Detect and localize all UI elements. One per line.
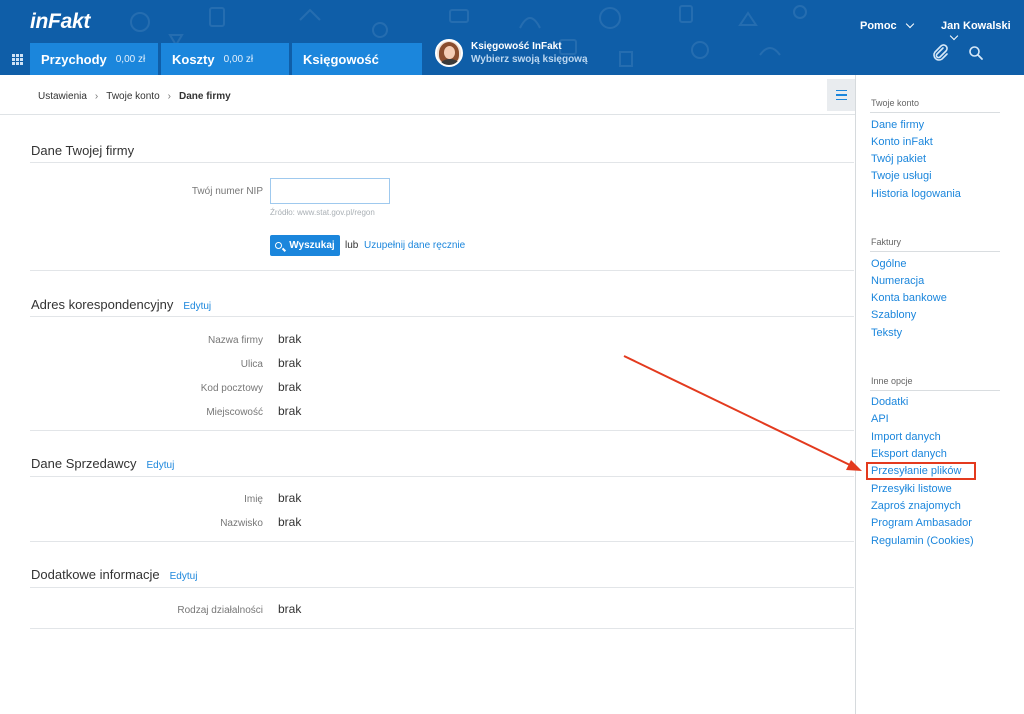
search-button[interactable]: Wyszukaj (270, 235, 340, 256)
or-text: lub (345, 240, 359, 251)
apps-icon[interactable] (12, 54, 23, 65)
sidebar-heading-other: Inne opcje (871, 376, 913, 386)
accountant-name[interactable]: Księgowość InFakt (471, 41, 562, 52)
sidebar-item-api[interactable]: API (871, 413, 889, 425)
breadcrumb-twoje-konto[interactable]: Twoje konto (106, 91, 159, 102)
chevron-right-icon: › (167, 91, 171, 102)
tab-label: Koszty (172, 51, 215, 67)
tab-value: 0,00 zł (115, 53, 146, 65)
breadcrumb: Ustawienia › Twoje konto › Dane firmy (38, 91, 231, 102)
chevron-down-icon (905, 19, 914, 29)
search-button-label: Wyszukaj (289, 240, 335, 251)
row-label-postal-code: Kod pocztowy (200, 383, 263, 394)
accountant-subtitle[interactable]: Wybierz swoją księgową (471, 54, 588, 65)
accountant-avatar[interactable] (435, 39, 463, 67)
section-title-text: Dane Twojej firmy (31, 143, 135, 158)
sidebar-item-konto-infakt[interactable]: Konto inFakt (871, 136, 933, 148)
hamburger-menu-icon[interactable] (827, 79, 855, 111)
sidebar-item-dane-firmy[interactable]: Dane firmy (871, 119, 924, 131)
section-title-text: Adres korespondencyjny (31, 297, 174, 312)
sidebar-item-twoj-pakiet[interactable]: Twój pakiet (871, 153, 926, 165)
tab-label: Księgowość (303, 51, 379, 67)
divider (30, 316, 854, 317)
breadcrumb-dane-firmy: Dane firmy (178, 91, 231, 102)
infakt-logo[interactable]: inFakt (30, 10, 90, 34)
section-title-company: Dane Twojej firmy (31, 143, 134, 158)
section-title-address: Adres korespondencyjny Edytuj (31, 297, 211, 312)
search-icon (275, 242, 283, 249)
fill-manually-link[interactable]: Uzupełnij dane ręcznie (364, 240, 465, 251)
row-label-business-type: Rodzaj działalności (177, 605, 263, 616)
chevron-down-icon (949, 31, 959, 41)
section-title-text: Dodatkowe informacje (31, 567, 160, 582)
edit-extra-link[interactable]: Edytuj (170, 571, 198, 582)
sidebar-item-numeracja[interactable]: Numeracja (871, 275, 924, 287)
sidebar-item-konta-bankowe[interactable]: Konta bankowe (871, 292, 947, 304)
row-label-first-name: Imię (244, 494, 263, 505)
sidebar-item-twoje-uslugi[interactable]: Twoje usługi (871, 170, 932, 182)
divider (30, 270, 854, 271)
nip-label: Twój numer NIP (191, 186, 263, 197)
row-label-company-name: Nazwa firmy (207, 335, 263, 346)
row-value-first-name: brak (278, 491, 302, 505)
divider (30, 476, 854, 477)
search-icon[interactable] (967, 44, 985, 62)
edit-seller-link[interactable]: Edytuj (147, 460, 175, 471)
tab-label: Przychody (41, 51, 107, 67)
edit-address-link[interactable]: Edytuj (183, 301, 211, 312)
row-value-company-name: brak (278, 332, 302, 346)
breadcrumb-ustawienia[interactable]: Ustawienia (38, 91, 87, 102)
sidebar-item-ogolne[interactable]: Ogólne (871, 258, 906, 270)
sidebar-item-przesylki-listowe[interactable]: Przesyłki listowe (871, 483, 952, 495)
divider (30, 541, 854, 542)
section-title-extra: Dodatkowe informacje Edytuj (31, 567, 197, 582)
sidebar-item-zapros-znajomych[interactable]: Zaproś znajomych (871, 500, 961, 512)
sidebar-item-program-ambasador[interactable]: Program Ambasador (871, 517, 972, 529)
user-menu[interactable]: Jan Kowalski (941, 20, 1024, 44)
user-name: Jan Kowalski (941, 20, 1011, 32)
help-label: Pomoc (860, 20, 897, 32)
divider (30, 587, 854, 588)
sidebar-item-teksty[interactable]: Teksty (871, 327, 902, 339)
divider (30, 628, 854, 629)
help-menu[interactable]: Pomoc (860, 19, 914, 32)
settings-sidebar: Twoje konto Dane firmy Konto inFakt Twój… (855, 75, 1024, 714)
divider (30, 430, 854, 431)
divider (870, 251, 1000, 252)
sidebar-item-eksport-danych[interactable]: Eksport danych (871, 448, 947, 460)
row-value-city: brak (278, 404, 302, 418)
divider (0, 114, 855, 115)
section-title-seller: Dane Sprzedawcy Edytuj (31, 456, 174, 471)
row-label-city: Miejscowość (206, 407, 263, 418)
divider (30, 162, 854, 163)
row-label-last-name: Nazwisko (220, 518, 263, 529)
tab-koszty[interactable]: Koszty 0,00 zł (161, 43, 289, 75)
nip-input[interactable] (270, 178, 390, 204)
chevron-right-icon: › (94, 91, 99, 102)
row-value-street: brak (278, 356, 302, 370)
sidebar-item-historia-logowania[interactable]: Historia logowania (871, 188, 961, 200)
sidebar-item-szablony[interactable]: Szablony (871, 309, 916, 321)
row-label-street: Ulica (240, 359, 263, 370)
sidebar-item-regulamin[interactable]: Regulamin (Cookies) (871, 535, 974, 547)
tab-ksiegowosc[interactable]: Księgowość (292, 43, 422, 75)
row-value-postal-code: brak (278, 380, 302, 394)
sidebar-heading-account: Twoje konto (871, 98, 920, 108)
sidebar-item-dodatki[interactable]: Dodatki (871, 396, 908, 408)
section-title-text: Dane Sprzedawcy (31, 456, 137, 471)
row-value-business-type: brak (278, 602, 302, 616)
nip-source-note: Źródło: www.stat.gov.pl/regon (270, 208, 375, 217)
row-value-last-name: brak (278, 515, 302, 529)
paperclip-icon[interactable] (931, 44, 949, 62)
tab-value: 0,00 zł (223, 53, 254, 65)
divider (870, 112, 1000, 113)
sidebar-item-import-danych[interactable]: Import danych (871, 431, 941, 443)
divider (870, 390, 1000, 391)
tab-przychody[interactable]: Przychody 0,00 zł (30, 43, 158, 75)
annotation-highlight-box (866, 462, 976, 480)
sidebar-heading-invoices: Faktury (871, 237, 902, 247)
